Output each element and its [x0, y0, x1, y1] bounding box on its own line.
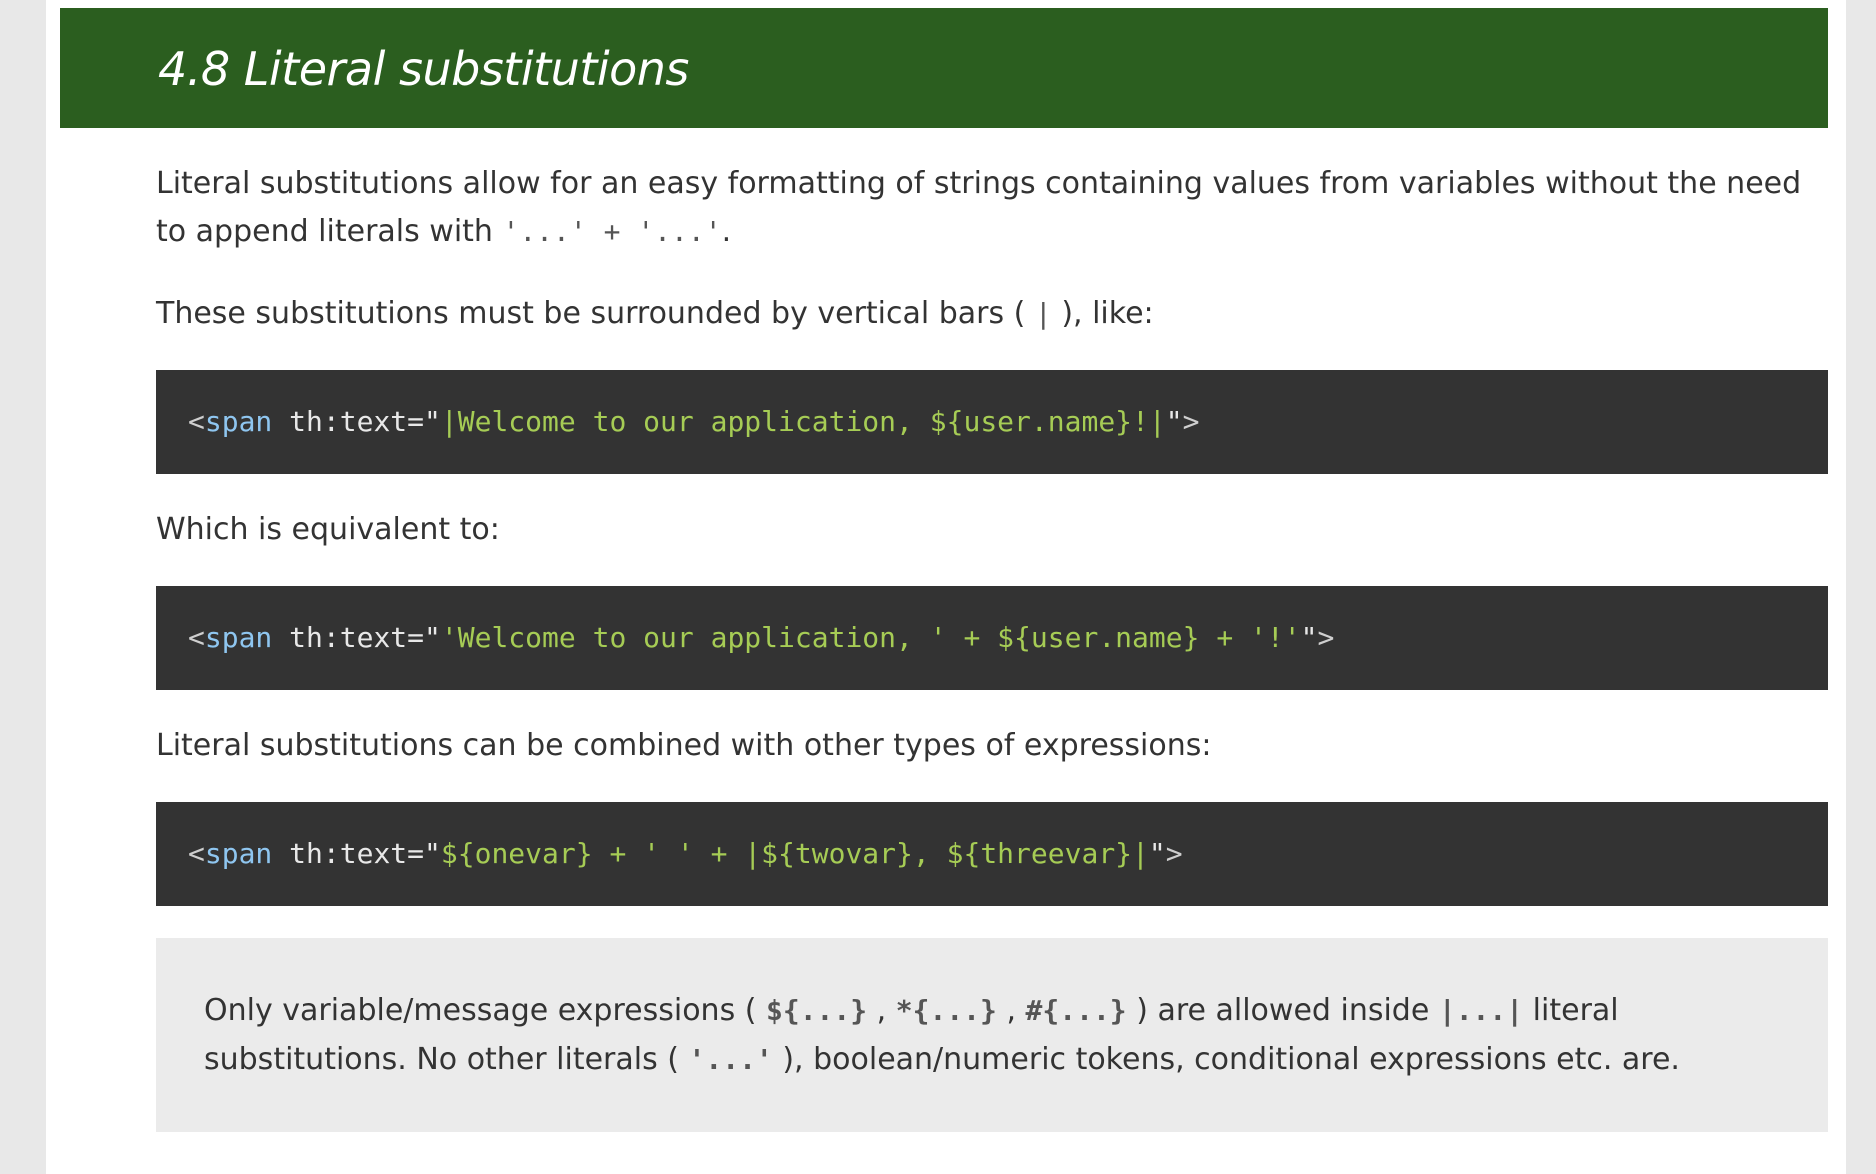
- code3-quote-open: ": [424, 837, 441, 870]
- code-block-combined: <span th:text="${onevar} + ' ' + |${twov…: [156, 802, 1828, 906]
- code1-attr: th:text=: [272, 405, 425, 438]
- vbars-text-a: These substitutions must be surrounded b…: [156, 296, 1035, 331]
- code2-attr: th:text=: [272, 621, 425, 654]
- right-gutter: [1846, 0, 1876, 1174]
- code2-value: 'Welcome to our application, ' + ${user.…: [440, 621, 1301, 654]
- code3-close: >: [1165, 837, 1183, 870]
- note-t2: ,: [867, 993, 896, 1028]
- note-t1: Only variable/message expressions (: [204, 993, 766, 1028]
- code-block-literal-substitution: <span th:text="|Welcome to our applicati…: [156, 370, 1828, 474]
- intro-inline-code: '...' + '...': [502, 215, 722, 248]
- note-t4: ) are allowed inside: [1126, 993, 1439, 1028]
- vertical-bars-paragraph: These substitutions must be surrounded b…: [156, 290, 1836, 338]
- section-heading-bar: 4.8 Literal substitutions: [60, 8, 1828, 128]
- code3-tag: span: [204, 837, 273, 870]
- code1-close: >: [1182, 405, 1200, 438]
- intro-text-a: Literal substitutions allow for an easy …: [156, 166, 1802, 249]
- intro-text-b: .: [721, 214, 732, 249]
- vbars-text-b: ), like:: [1051, 296, 1154, 331]
- code2-open: <: [188, 621, 205, 654]
- code1-quote-open: ": [424, 405, 441, 438]
- code2-close: >: [1317, 621, 1335, 654]
- code1-value: |Welcome to our application, ${user.name…: [440, 405, 1166, 438]
- intro-paragraph: Literal substitutions allow for an easy …: [156, 160, 1836, 256]
- code2-quote-close: ": [1300, 621, 1318, 654]
- code2-quote-open: ": [424, 621, 441, 654]
- note-code-literal: '...': [688, 1043, 773, 1076]
- note-code-selection-expr: *{...}: [895, 994, 997, 1027]
- code1-quote-close: ": [1165, 405, 1183, 438]
- page-content: 4.8 Literal substitutions Literal substi…: [46, 0, 1846, 1174]
- code-block-equivalent: <span th:text="'Welcome to our applicati…: [156, 586, 1828, 690]
- code3-quote-close: ": [1148, 837, 1166, 870]
- equivalent-paragraph: Which is equivalent to:: [156, 512, 500, 547]
- note-box: Only variable/message expressions ( ${..…: [156, 938, 1828, 1132]
- code2-tag: span: [204, 621, 273, 654]
- section-title: 4.8 Literal substitutions: [158, 42, 689, 96]
- code1-tag: span: [204, 405, 273, 438]
- code1-open: <: [188, 405, 205, 438]
- code3-open: <: [188, 837, 205, 870]
- note-code-literal-substitution: |...|: [1438, 994, 1524, 1027]
- note-code-message-expr: #{...}: [1025, 994, 1127, 1027]
- code3-attr: th:text=: [272, 837, 425, 870]
- vbars-inline-code: |: [1034, 297, 1052, 330]
- note-text: Only variable/message expressions ( ${..…: [204, 986, 1780, 1084]
- code3-value: ${onevar} + ' ' + |${twovar}, ${threevar…: [440, 837, 1149, 870]
- note-t3: ,: [996, 993, 1026, 1028]
- combined-paragraph: Literal substitutions can be combined wi…: [156, 728, 1212, 763]
- note-code-variable-expr: ${...}: [765, 994, 868, 1027]
- note-t6: ), boolean/numeric tokens, conditional e…: [772, 1042, 1680, 1077]
